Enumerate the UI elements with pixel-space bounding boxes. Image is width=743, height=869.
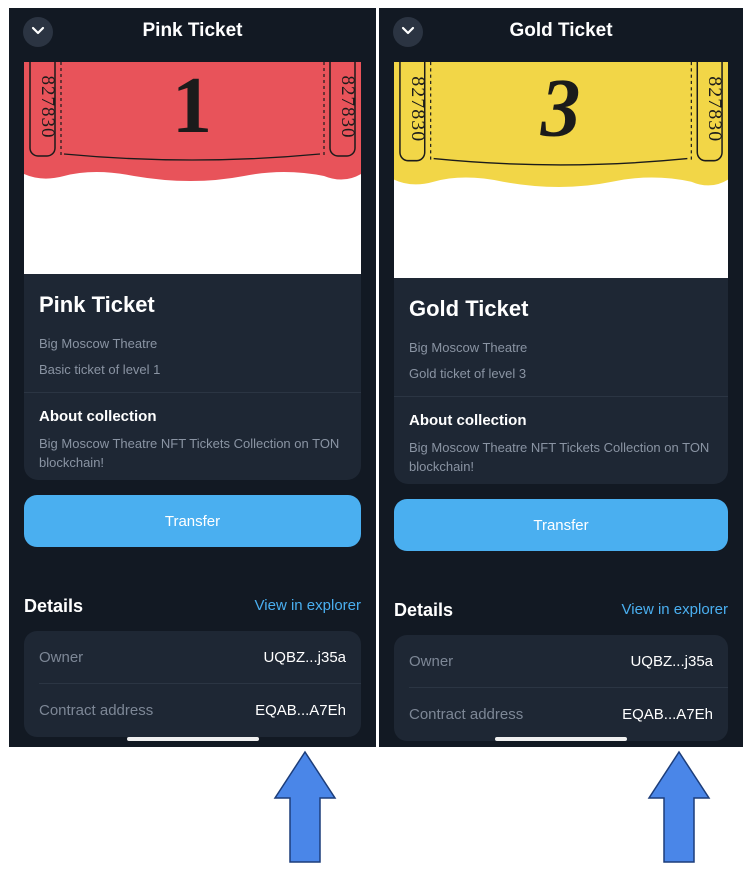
collapse-button[interactable] (23, 17, 53, 47)
top-bar: Gold Ticket (379, 8, 743, 54)
gold-ticket-screen: Gold Ticket 827830 827830 3 Gold Ticket … (379, 8, 743, 747)
owner-value: UQBZ...j35a (630, 653, 713, 670)
nft-description: Gold ticket of level 3 (409, 366, 527, 381)
nft-image: 827830 827830 3 (394, 62, 728, 278)
pink-ticket-screen: Pink Ticket 827830 827830 1 Pink Ticket … (9, 8, 376, 747)
svg-text:827830: 827830 (37, 76, 58, 139)
nft-name: Pink Ticket (39, 292, 155, 317)
contract-address-label: Contract address (39, 702, 154, 719)
transfer-button[interactable]: Transfer (24, 495, 361, 547)
about-collection-text: Big Moscow Theatre NFT Tickets Collectio… (39, 436, 340, 470)
contract-address-value: EQAB...A7Eh (622, 706, 713, 723)
owner-label: Owner (39, 649, 84, 666)
contract-address-row[interactable]: Contract address EQAB...A7Eh (394, 688, 728, 740)
header-title: Gold Ticket (509, 20, 613, 41)
svg-text:3: 3 (540, 62, 581, 154)
transfer-button[interactable]: Transfer (394, 499, 728, 551)
svg-text:827830: 827830 (337, 76, 358, 139)
divider (394, 396, 728, 397)
about-collection-heading: About collection (409, 412, 527, 429)
view-in-explorer-link[interactable]: View in explorer (255, 597, 361, 614)
owner-row[interactable]: Owner UQBZ...j35a (24, 631, 361, 683)
nft-description: Basic ticket of level 1 (39, 362, 161, 377)
owner-label: Owner (409, 653, 454, 670)
nft-info-card: Pink Ticket Big Moscow Theatre Basic tic… (24, 274, 361, 480)
home-indicator[interactable] (126, 737, 259, 741)
collection-name: Big Moscow Theatre (409, 340, 528, 355)
divider (24, 392, 361, 393)
contract-address-value: EQAB...A7Eh (255, 702, 346, 719)
up-arrow-icon (647, 750, 711, 864)
owner-row[interactable]: Owner UQBZ...j35a (394, 635, 728, 687)
header-title: Pink Ticket (142, 20, 243, 41)
home-indicator[interactable] (495, 737, 627, 741)
details-heading: Details (24, 596, 84, 616)
details-card: Owner UQBZ...j35a Contract address EQAB.… (394, 635, 728, 741)
collapse-button[interactable] (393, 17, 423, 47)
svg-text:827830: 827830 (704, 76, 724, 142)
owner-value: UQBZ...j35a (263, 649, 346, 666)
ticket-image: 827830 827830 1 (24, 62, 361, 182)
up-arrow-icon (273, 750, 337, 864)
svg-text:827830: 827830 (407, 76, 427, 142)
collection-name: Big Moscow Theatre (39, 336, 158, 351)
ticket-image: 827830 827830 3 (394, 62, 728, 188)
view-in-explorer-link[interactable]: View in explorer (622, 601, 728, 618)
nft-name: Gold Ticket (409, 296, 529, 321)
contract-address-row[interactable]: Contract address EQAB...A7Eh (24, 684, 361, 736)
nft-image: 827830 827830 1 (24, 62, 361, 274)
nft-info-card: Gold Ticket Big Moscow Theatre Gold tick… (394, 278, 728, 484)
details-heading: Details (394, 600, 454, 620)
about-collection-heading: About collection (39, 408, 157, 425)
about-collection-text: Big Moscow Theatre NFT Tickets Collectio… (409, 440, 710, 474)
svg-text:1: 1 (172, 62, 212, 150)
chevron-down-icon (31, 23, 45, 41)
contract-address-label: Contract address (409, 706, 524, 723)
top-bar: Pink Ticket (9, 8, 376, 54)
chevron-down-icon (401, 23, 415, 41)
details-card: Owner UQBZ...j35a Contract address EQAB.… (24, 631, 361, 737)
